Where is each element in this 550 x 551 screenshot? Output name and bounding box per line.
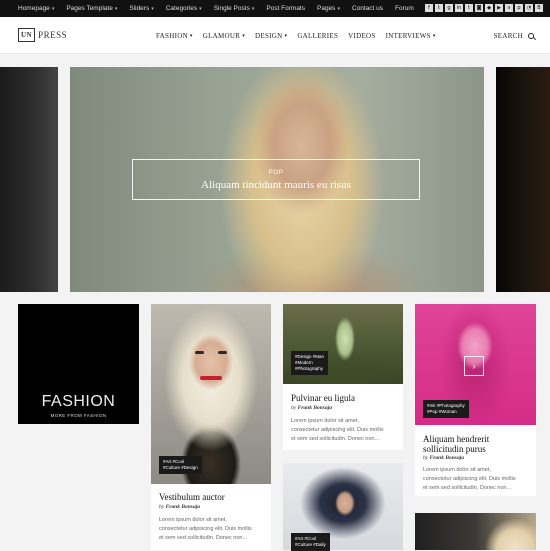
post-author: by Frank Bonsaja <box>291 405 332 411</box>
chevron-down-icon: ▾ <box>114 5 118 12</box>
social-icons: f t g in t ◙ ◆ ▶ v p ◔ B <box>423 4 543 12</box>
site-header: UN PRESS FASHION ▾ GLAMOUR ▾ DESIGN ▾ GALLE… <box>0 17 550 54</box>
site-logo[interactable]: UN PRESS <box>18 28 67 42</box>
post-title[interactable]: Aliquam hendrerit sollicitudin purus <box>423 434 489 454</box>
twitter-icon[interactable]: t <box>435 4 443 12</box>
nav-interviews[interactable]: INTERVIEWS ▾ <box>386 32 436 40</box>
nav-galleries[interactable]: GALLERIES <box>297 32 338 40</box>
search-button[interactable]: SEARCH <box>494 32 534 40</box>
post-tags[interactable]: #Design #Man #Modern #Photography <box>291 351 329 375</box>
post-tags[interactable]: #Ink #Photography #Pop #Woman <box>423 400 469 418</box>
top-menu: Homepage ▾ Pages Template ▾ Sliders ▾ Categ… <box>0 0 426 17</box>
fashion-category-box[interactable]: FASHION MORE FROM FASHION <box>18 304 139 424</box>
chevron-down-icon: ▾ <box>284 34 288 39</box>
post-card: › #Ink #Photography #Pop #Woman Aliquam … <box>415 304 536 496</box>
logo-mark: UN <box>18 28 36 42</box>
top-menu-forum[interactable]: Forum <box>395 5 414 12</box>
nav-glamour[interactable]: GLAMOUR ▾ <box>203 32 245 40</box>
top-menu-sliders[interactable]: Sliders ▾ <box>129 5 153 12</box>
top-menu-contact[interactable]: Contact us <box>352 5 383 12</box>
tumblr-icon[interactable]: t <box>465 4 473 12</box>
chevron-down-icon: ▾ <box>251 5 255 12</box>
chevron-down-icon: ▾ <box>151 5 154 12</box>
post-title[interactable]: Pulvinar eu ligula <box>291 393 355 403</box>
post-title[interactable]: Vestibulum auctor <box>159 492 225 502</box>
hero-caption-box[interactable]: POP Aliquam tincidunt mauris eu risus <box>132 159 420 200</box>
hero-slide[interactable]: POP Aliquam tincidunt mauris eu risus <box>70 67 484 292</box>
behance-icon[interactable]: B <box>535 4 543 12</box>
chevron-down-icon: ▾ <box>199 5 202 12</box>
top-menu-single-posts[interactable]: Single Posts ▾ <box>214 5 255 12</box>
logo-text: PRESS <box>38 30 68 40</box>
top-bar: Homepage ▾ Pages Template ▾ Sliders ▾ Categ… <box>0 0 550 17</box>
more-from-fashion-link[interactable]: MORE FROM FASHION <box>18 413 139 418</box>
post-author: by Frank Bonsaja <box>423 455 464 461</box>
top-menu-post-formats[interactable]: Post Formats <box>266 5 305 12</box>
top-menu-pages[interactable]: Pages ▾ <box>317 5 340 12</box>
chevron-down-icon: ▾ <box>337 5 340 12</box>
post-image[interactable] <box>415 513 536 550</box>
chevron-right-icon: › <box>472 361 476 371</box>
chevron-down-icon: ▾ <box>189 34 193 39</box>
post-excerpt: Lorem ipsum dolor sit amet, consectetur … <box>423 467 516 491</box>
post-card: #Art #Cool #Culture #Daily <box>283 463 403 551</box>
search-label: SEARCH <box>493 32 523 40</box>
dropbox-icon[interactable]: ◆ <box>485 4 493 12</box>
chevron-down-icon: ▾ <box>432 34 436 39</box>
prev-slide-image[interactable] <box>0 67 58 292</box>
vimeo-icon[interactable]: v <box>505 4 513 12</box>
nav-fashion[interactable]: FASHION ▾ <box>156 32 193 40</box>
main-nav: FASHION ▾ GLAMOUR ▾ DESIGN ▾ GALLERIES VIDE… <box>156 32 446 40</box>
post-excerpt: Lorem ipsum dolor sit amet, consectetur … <box>291 418 384 442</box>
chevron-down-icon: ▾ <box>242 34 246 39</box>
post-tags[interactable]: #Art #Cool #Culture #Daily <box>291 533 330 551</box>
chevron-down-icon: ▾ <box>51 5 55 12</box>
linkedin-icon[interactable]: in <box>455 4 463 12</box>
hero-category[interactable]: POP <box>133 169 419 176</box>
youtube-icon[interactable]: ▶ <box>495 4 503 12</box>
top-menu-categories[interactable]: Categories ▾ <box>166 5 202 12</box>
next-arrow-button[interactable]: › <box>464 356 484 376</box>
google-plus-icon[interactable]: g <box>445 4 453 12</box>
hero-title[interactable]: Aliquam tincidunt mauris eu risus <box>133 179 419 191</box>
nav-videos[interactable]: VIDEOS <box>348 32 375 40</box>
next-slide-image[interactable] <box>496 67 550 292</box>
rss-icon[interactable]: ◔ <box>525 4 533 12</box>
post-author: by Frank Bonsaja <box>159 504 200 510</box>
post-tags[interactable]: #Art #Cool #Culture #Design <box>159 456 202 474</box>
nav-design[interactable]: DESIGN ▾ <box>255 32 287 40</box>
hero-slider: POP Aliquam tincidunt mauris eu risus <box>0 67 550 292</box>
post-card: #Design #Man #Modern #Photography Pulvin… <box>283 304 403 450</box>
top-menu-homepage[interactable]: Homepage ▾ <box>18 5 54 12</box>
facebook-icon[interactable]: f <box>425 4 433 12</box>
post-card <box>415 513 536 550</box>
pinterest-icon[interactable]: p <box>515 4 523 12</box>
post-card: #Art #Cool #Culture #Design Vestibulum a… <box>151 304 271 550</box>
post-excerpt: Lorem ipsum dolor sit amet, consectetur … <box>159 517 252 541</box>
fashion-title: FASHION <box>41 393 116 410</box>
top-menu-pages-template[interactable]: Pages Template ▾ <box>66 5 117 12</box>
instagram-icon[interactable]: ◙ <box>475 4 483 12</box>
search-icon <box>528 33 534 39</box>
